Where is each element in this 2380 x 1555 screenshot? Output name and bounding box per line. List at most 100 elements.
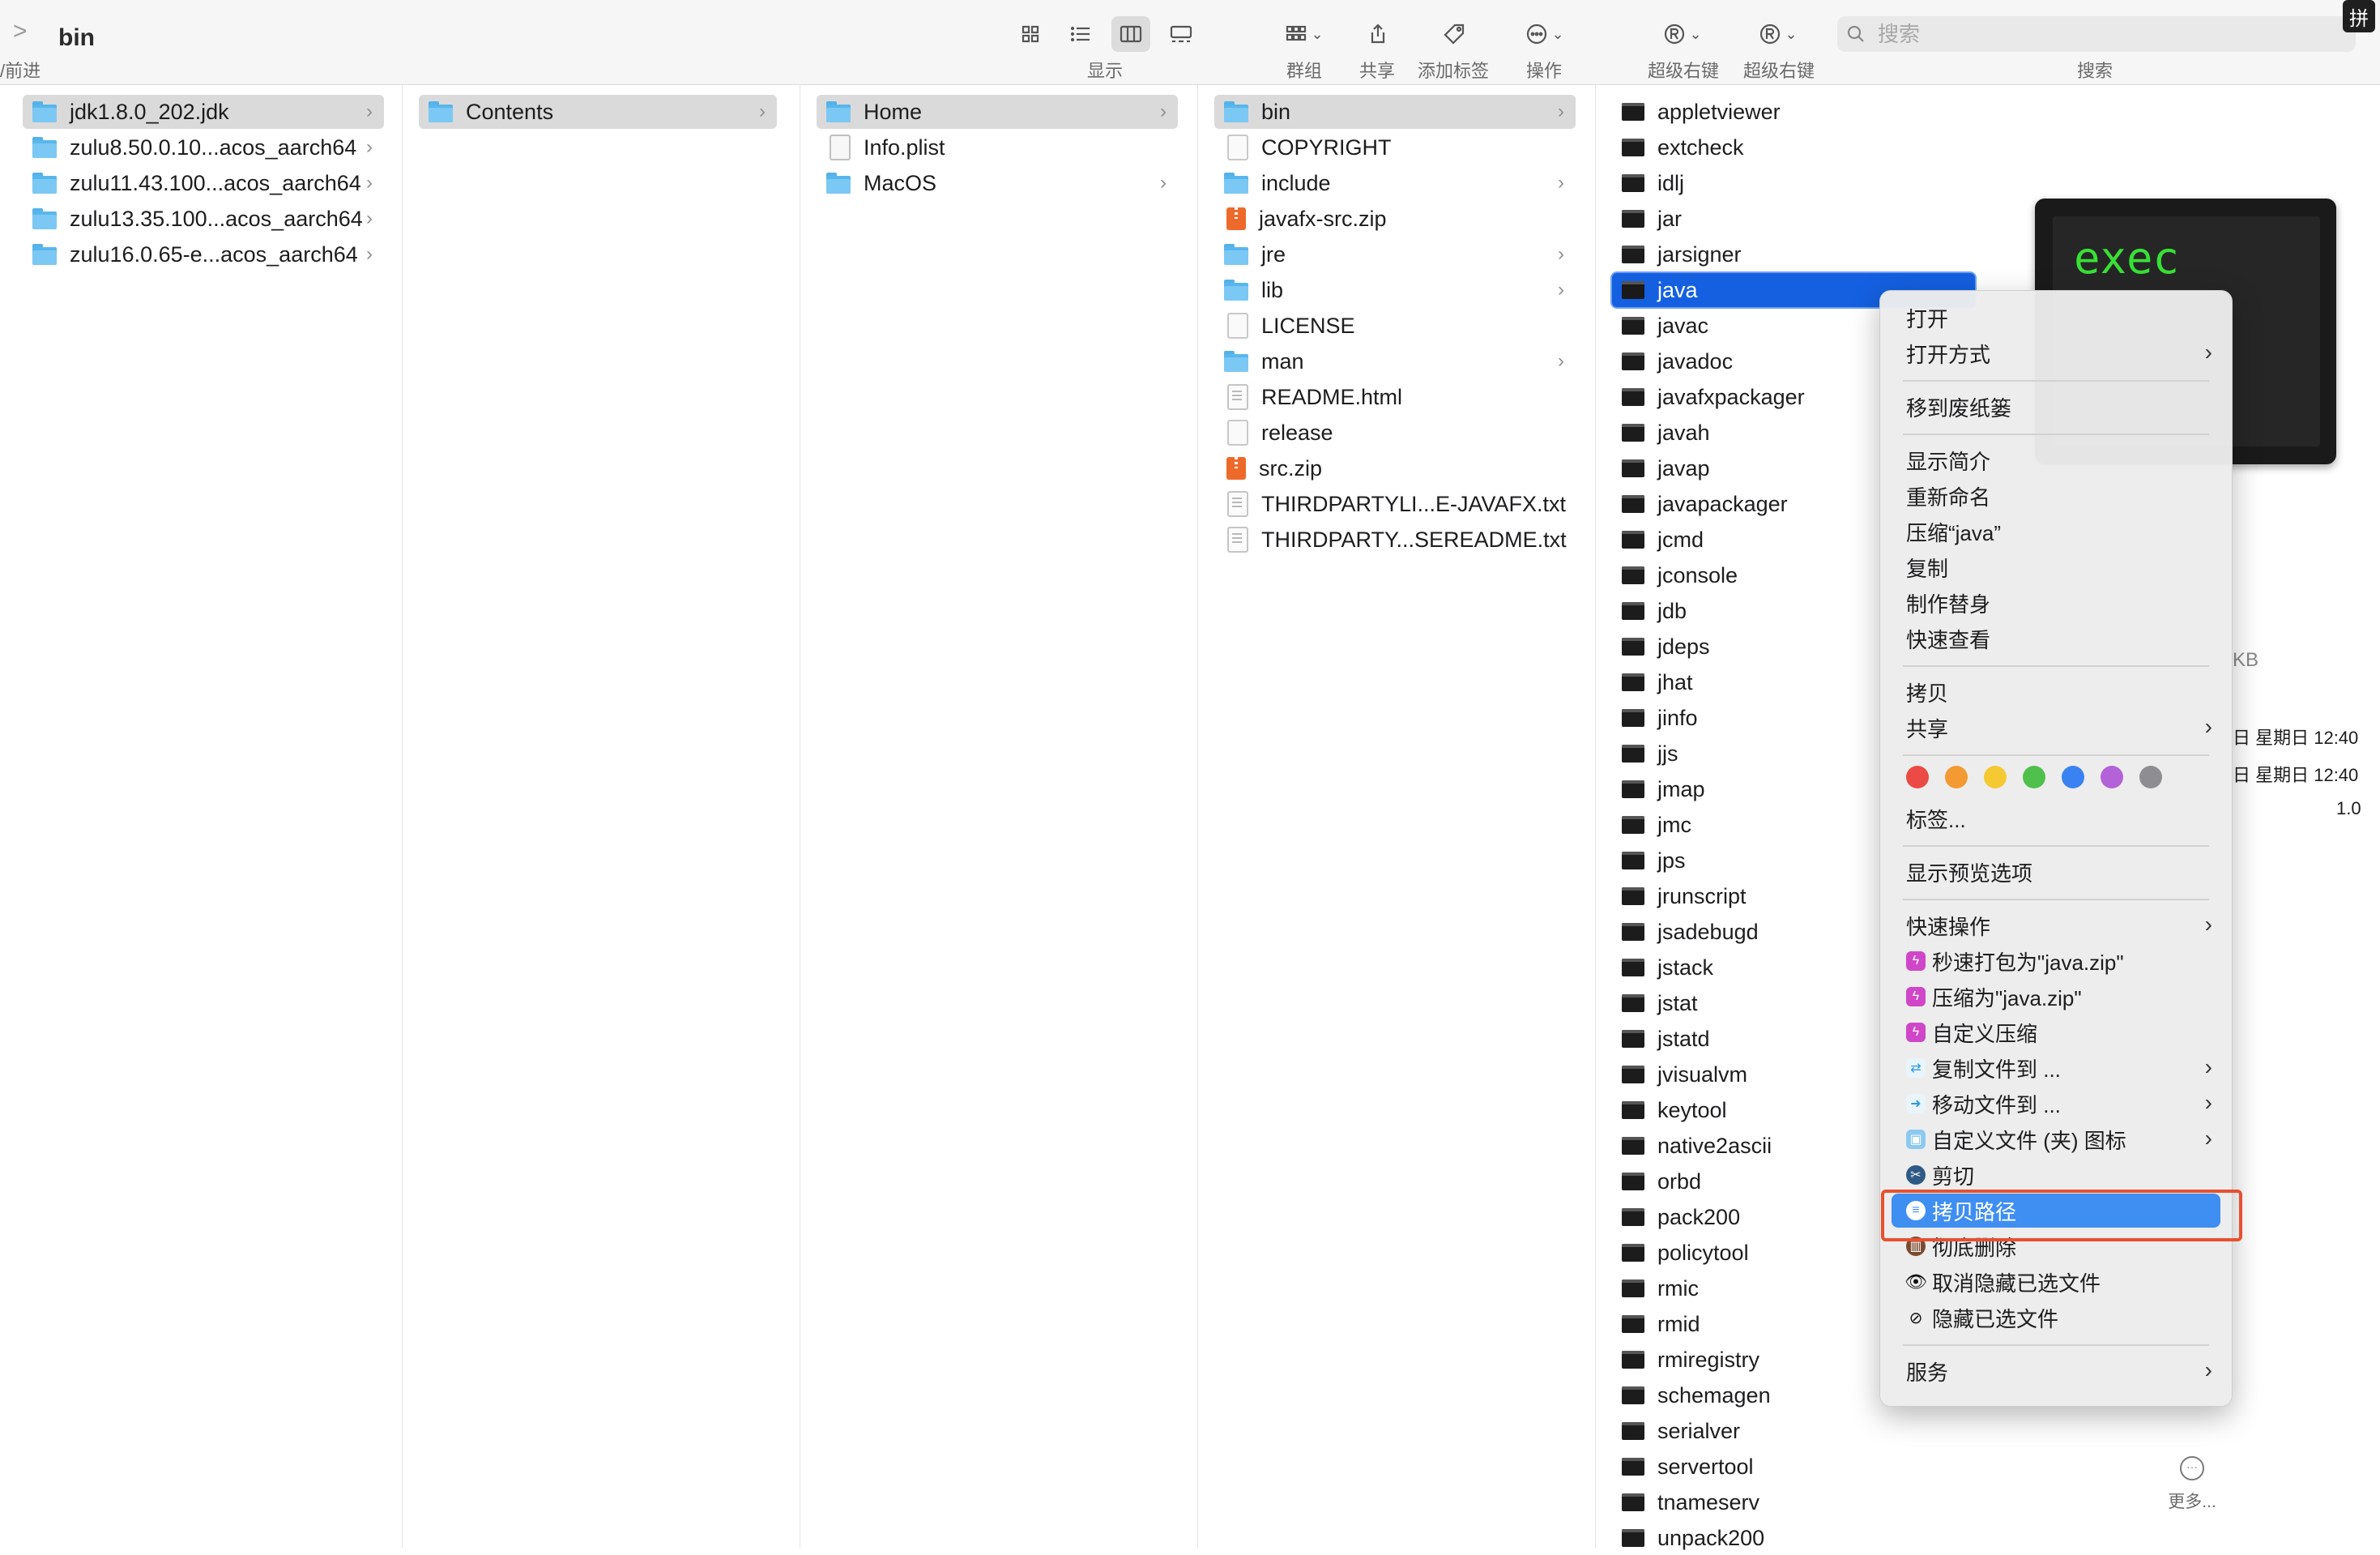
tag-yellow[interactable]: [1984, 766, 2007, 788]
action-button[interactable]: ⌄: [1520, 16, 1570, 52]
list-item[interactable]: lib ›: [1214, 273, 1576, 307]
move-arrow-icon: ➜: [1906, 1094, 1926, 1113]
list-item[interactable]: Info.plist: [817, 130, 1178, 164]
tag-blue[interactable]: [2062, 766, 2084, 788]
list-item[interactable]: serialver: [1612, 1414, 1968, 1448]
menu-item-copy[interactable]: 拷贝: [1892, 675, 2220, 709]
column-view-button[interactable]: [1111, 16, 1150, 52]
list-item[interactable]: unpack200: [1612, 1521, 1968, 1555]
list-item[interactable]: zulu8.50.0.10...acos_aarch64 ›: [23, 130, 384, 164]
list-item[interactable]: jdk1.8.0_202.jdk ›: [23, 95, 384, 129]
menu-item-quick-look[interactable]: 快速查看: [1892, 622, 2220, 656]
list-item[interactable]: jarsigner: [1612, 237, 1968, 271]
folder-icon: [32, 171, 57, 195]
list-item[interactable]: Contents ›: [419, 95, 777, 129]
menu-separator: [1903, 434, 2209, 435]
menu-item-move-to-trash[interactable]: 移到废纸篓: [1892, 390, 2220, 424]
share-icon: [1371, 23, 1385, 44]
menu-item-cut[interactable]: ✂ 剪切: [1892, 1158, 2220, 1192]
menu-item-duplicate[interactable]: 复制: [1892, 550, 2220, 584]
file-name: jconsole: [1657, 562, 1738, 587]
icon-view-button[interactable]: [1016, 16, 1045, 52]
more-button[interactable]: ··· 更多...: [2152, 1456, 2233, 1513]
list-item[interactable]: javafx-src.zip: [1214, 202, 1576, 236]
eye-icon: 👁: [1904, 1271, 1927, 1292]
menu-item-compress[interactable]: 压缩“java”: [1892, 515, 2220, 549]
file-name: jcmd: [1657, 527, 1704, 552]
menu-item-move-file-to[interactable]: ➜ 移动文件到 ... ›: [1892, 1087, 2220, 1121]
menu-item-open[interactable]: 打开: [1892, 301, 2220, 335]
executable-icon: [1622, 816, 1644, 834]
search-field[interactable]: [1837, 16, 2356, 52]
gallery-view-button[interactable]: [1163, 16, 1199, 52]
super-right-click-button-2[interactable]: ⌄: [1753, 16, 1803, 52]
file-name: javapackager: [1657, 491, 1788, 516]
menu-item-tags[interactable]: 标签...: [1892, 801, 2220, 835]
list-item[interactable]: servertool: [1612, 1450, 1968, 1484]
list-item[interactable]: man ›: [1214, 344, 1576, 378]
list-item[interactable]: THIRDPARTY...SEREADME.txt: [1214, 523, 1576, 557]
list-item[interactable]: MacOS ›: [817, 166, 1178, 200]
column-4[interactable]: bin › COPYRIGHT include › javafx-src.zip…: [1198, 85, 1596, 1548]
menu-item-services[interactable]: 服务 ›: [1892, 1354, 2220, 1388]
list-item[interactable]: jar: [1612, 202, 1968, 236]
document-icon: [1227, 420, 1248, 446]
menu-item-compress-zip[interactable]: ϟ 压缩为"java.zip": [1892, 980, 2220, 1014]
column-1[interactable]: jdk1.8.0_202.jdk › zulu8.50.0.10...acos_…: [0, 85, 403, 1548]
menu-item-copy-file-to[interactable]: ⇄ 复制文件到 ... ›: [1892, 1051, 2220, 1085]
add-tag-button[interactable]: [1440, 16, 1469, 52]
list-item[interactable]: appletviewer: [1612, 95, 1968, 129]
tag-red[interactable]: [1906, 766, 1929, 788]
file-name: unpack200: [1657, 1525, 1765, 1550]
menu-item-fast-zip[interactable]: ϟ 秒速打包为"java.zip": [1892, 944, 2220, 978]
menu-item-make-alias[interactable]: 制作替身: [1892, 586, 2220, 620]
list-item[interactable]: jre ›: [1214, 237, 1576, 271]
list-item[interactable]: LICENSE: [1214, 309, 1576, 343]
list-item[interactable]: COPYRIGHT: [1214, 130, 1576, 164]
column-2[interactable]: Contents ›: [403, 85, 800, 1548]
list-item[interactable]: extcheck: [1612, 130, 1968, 164]
tag-green[interactable]: [2023, 766, 2045, 788]
executable-icon: [1622, 1458, 1644, 1476]
column-3[interactable]: Home › Info.plist MacOS ›: [800, 85, 1198, 1548]
window-title: bin: [58, 24, 95, 51]
share-button[interactable]: [1364, 16, 1392, 52]
tag-purple[interactable]: [2101, 766, 2123, 788]
tag-gray[interactable]: [2139, 766, 2162, 788]
list-item[interactable]: src.zip: [1214, 451, 1576, 485]
menu-item-get-info[interactable]: 显示简介: [1892, 443, 2220, 477]
group-button[interactable]: ⌄: [1278, 16, 1330, 52]
action-label: 操作: [1526, 61, 1563, 81]
menu-item-rename[interactable]: 重新命名: [1892, 479, 2220, 513]
executable-icon: [1622, 709, 1644, 727]
menu-item-open-with[interactable]: 打开方式 ›: [1892, 336, 2220, 370]
menu-item-custom-icon[interactable]: ▣ 自定义文件 (夹) 图标 ›: [1892, 1122, 2220, 1156]
list-item[interactable]: idlj: [1612, 166, 1968, 200]
tag-orange[interactable]: [1945, 766, 1968, 788]
menu-item-share[interactable]: 共享 ›: [1892, 711, 2220, 745]
menu-item-hide-selected[interactable]: ⊘ 隐藏已选文件: [1892, 1301, 2220, 1335]
list-item[interactable]: bin ›: [1214, 95, 1576, 129]
list-item[interactable]: README.html: [1214, 380, 1576, 414]
list-item[interactable]: zulu16.0.65-e...acos_aarch64 ›: [23, 237, 384, 271]
menu-item-show-preview-options[interactable]: 显示预览选项: [1892, 855, 2220, 889]
list-item[interactable]: THIRDPARTYLI...E-JAVAFX.txt: [1214, 487, 1576, 521]
menu-item-unhide-selected[interactable]: 👁 取消隐藏已选文件: [1892, 1265, 2220, 1299]
list-view-button[interactable]: [1064, 16, 1097, 52]
created-value: 日 星期日 12:40: [2233, 728, 2359, 748]
file-name: javafx-src.zip: [1259, 206, 1387, 231]
forward-chevron-icon[interactable]: >: [13, 18, 28, 45]
list-item[interactable]: zulu11.43.100...acos_aarch64 ›: [23, 166, 384, 200]
list-item[interactable]: zulu13.35.100...acos_aarch64 ›: [23, 202, 384, 236]
list-item[interactable]: release: [1214, 416, 1576, 450]
list-item[interactable]: Home ›: [817, 95, 1178, 129]
super-right-click-button-1[interactable]: ⌄: [1657, 16, 1708, 52]
file-name: zulu13.35.100...acos_aarch64: [70, 206, 363, 231]
input-method-badge[interactable]: 拼: [2343, 0, 2375, 32]
list-item[interactable]: include ›: [1214, 166, 1576, 200]
list-item[interactable]: tnameserv: [1612, 1485, 1968, 1519]
menu-item-custom-compress[interactable]: ϟ 自定义压缩: [1892, 1015, 2220, 1049]
search-input[interactable]: [1876, 20, 2333, 48]
menu-item-quick-actions[interactable]: 快速操作 ›: [1892, 908, 2220, 942]
chevron-right-icon: ›: [2204, 912, 2212, 937]
